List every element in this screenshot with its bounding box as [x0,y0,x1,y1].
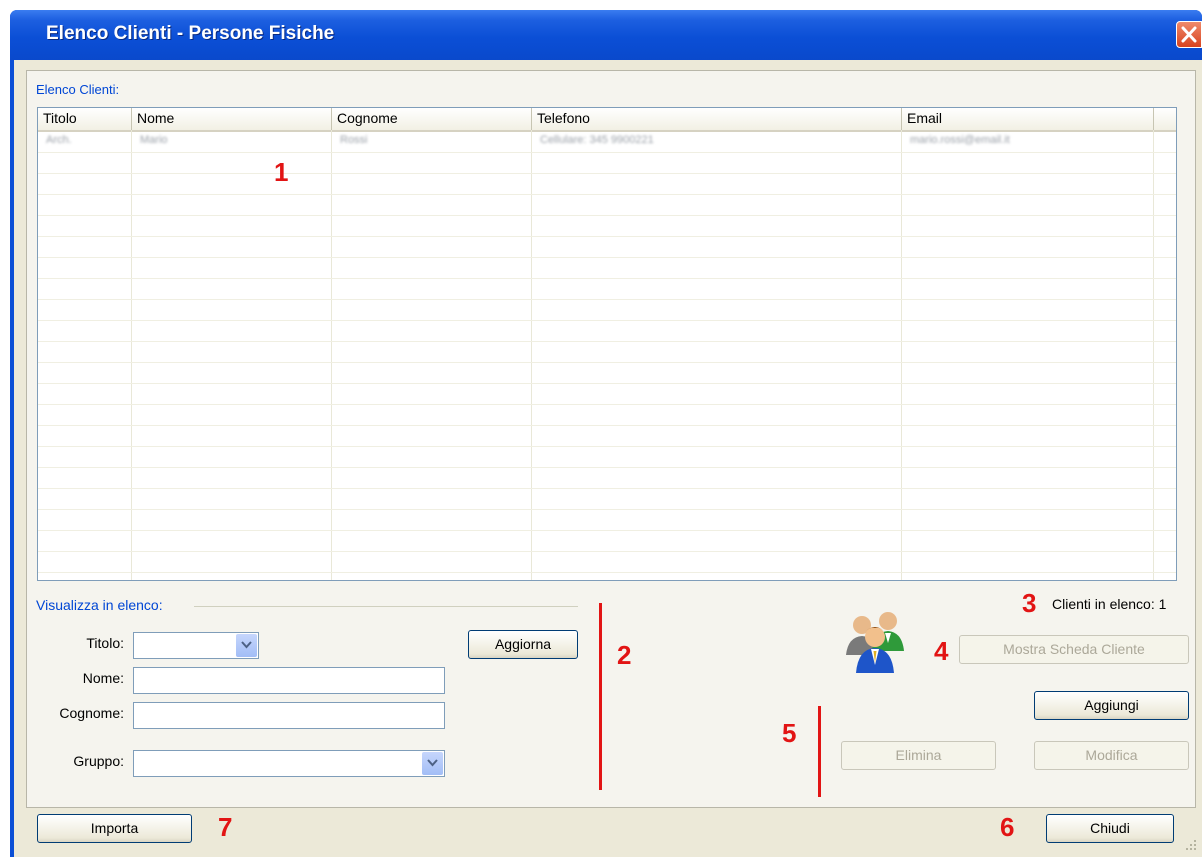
delete-button[interactable]: Elimina [841,741,996,770]
empty-row [38,384,1176,405]
cell-telefono: Cellulare: 345 9900221 [540,134,654,146]
close-icon [1181,26,1197,43]
grid-header: Titolo Nome Cognome Telefono Email [38,108,1176,132]
marker-1: 1 [274,157,289,187]
marker-bar-5 [818,706,821,797]
marker-3: 3 [1022,588,1037,618]
column-header-nome[interactable]: Nome [132,108,332,130]
dialog-client-area: Elenco Clienti: Titolo Nome Cognome Tele… [14,60,1202,857]
chevron-down-icon [427,759,438,767]
clients-grid[interactable]: Titolo Nome Cognome Telefono Email Arch.… [37,107,1177,581]
column-header-titolo[interactable]: Titolo [38,108,132,130]
client-count: Clienti in elenco: 1 [1052,596,1167,612]
cognome-label: Cognome: [59,705,124,721]
title-bar[interactable]: Elenco Clienti - Persone Fisiche [10,10,1202,60]
nome-label: Nome: [82,670,124,686]
dropdown-button[interactable] [422,752,443,775]
column-header-telefono[interactable]: Telefono [532,108,902,130]
close-window-button[interactable] [1176,21,1202,48]
empty-row [38,237,1176,258]
empty-row [38,531,1176,552]
cell-email: mario.rossi@email.it [910,134,1010,146]
client-list-label: Elenco Clienti: [36,82,120,97]
marker-2: 2 [617,640,632,670]
empty-row [38,363,1176,384]
show-client-card-button[interactable]: Mostra Scheda Cliente [959,635,1189,664]
marker-bar-2 [599,603,602,790]
empty-row [38,153,1176,174]
close-button[interactable]: Chiudi [1046,814,1174,843]
resize-grip-icon[interactable] [1184,838,1198,852]
dropdown-button[interactable] [236,634,257,657]
titolo-label: Titolo: [86,635,124,651]
empty-row [38,573,1176,580]
import-button[interactable]: Importa [37,814,192,843]
edit-button[interactable]: Modifica [1034,741,1189,770]
cell-cognome: Rossi [340,134,368,146]
empty-row [38,195,1176,216]
empty-row [38,216,1176,237]
marker-5: 5 [782,718,797,748]
filter-separator [194,606,578,607]
gruppo-combo[interactable] [133,750,445,777]
empty-row [38,447,1176,468]
empty-row [38,510,1176,531]
empty-row [38,279,1176,300]
cell-titolo: Arch. [46,134,72,146]
table-row[interactable]: Arch. Mario Rossi Cellulare: 345 9900221… [38,132,1176,153]
cognome-input[interactable] [133,702,445,729]
empty-row [38,489,1176,510]
refresh-button[interactable]: Aggiorna [468,630,578,659]
titolo-combo[interactable] [133,632,259,659]
people-group-icon [840,607,912,679]
dialog-window: Elenco Clienti - Persone Fisiche Elenco … [10,10,1202,857]
filter-label: Visualizza in elenco: [36,597,163,613]
marker-7: 7 [218,812,233,842]
window-title: Elenco Clienti - Persone Fisiche [46,23,335,44]
empty-row [38,342,1176,363]
add-button[interactable]: Aggiungi [1034,691,1189,720]
nome-input[interactable] [133,667,445,694]
empty-row [38,321,1176,342]
empty-row [38,174,1176,195]
empty-row [38,258,1176,279]
chevron-down-icon [241,641,252,649]
gruppo-label: Gruppo: [73,753,124,769]
empty-row [38,552,1176,573]
marker-6: 6 [1000,812,1015,842]
empty-row [38,468,1176,489]
empty-row [38,405,1176,426]
column-header-cognome[interactable]: Cognome [332,108,532,130]
empty-row [38,426,1176,447]
marker-4: 4 [934,636,949,666]
empty-row [38,300,1176,321]
cell-nome: Mario [140,134,168,146]
column-header-email[interactable]: Email [902,108,1154,130]
